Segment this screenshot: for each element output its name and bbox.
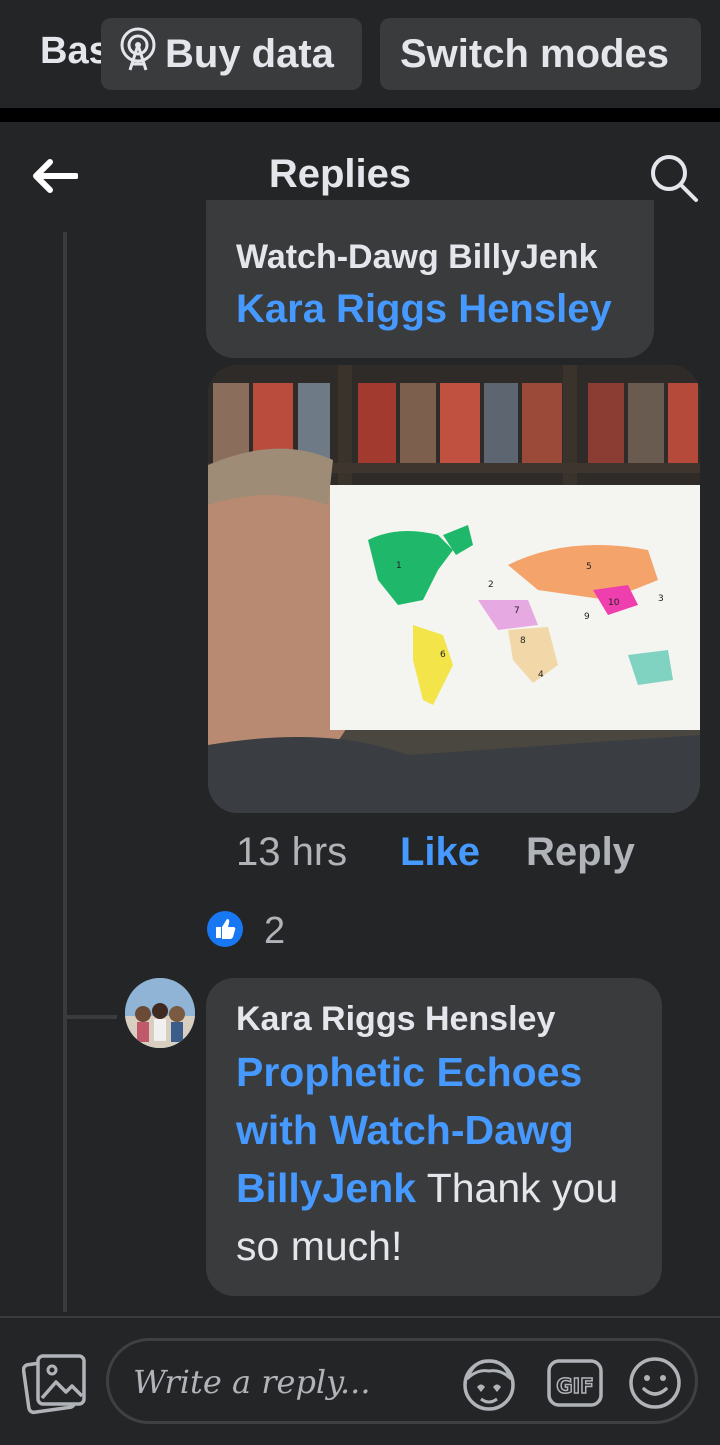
photo-icon[interactable] [21, 1352, 88, 1421]
thread-branch-line [67, 1015, 117, 1019]
thread-line [63, 232, 67, 1312]
avatar[interactable] [125, 978, 195, 1048]
comment-bubble[interactable]: Watch-Dawg BillyJenk Kara Riggs Hensley [206, 200, 654, 358]
comment-timestamp: 13 hrs [236, 830, 348, 874]
comment-author[interactable]: Kara Riggs Hensley [236, 1000, 632, 1039]
buy-data-label: Buy data [165, 31, 334, 76]
map-region-label: 7 [514, 606, 520, 616]
reply-input-container[interactable]: GIF [106, 1338, 698, 1424]
map-region-label: 5 [586, 562, 592, 572]
data-mode-banner: Basic Buy data Switch modes [0, 0, 720, 122]
broadcast-icon [117, 26, 165, 82]
map-region-label: 8 [520, 636, 526, 646]
map-region-label: 10 [608, 598, 620, 608]
reply-input[interactable] [131, 1355, 455, 1409]
map-region-label: 6 [440, 650, 446, 660]
buy-data-button[interactable]: Buy data [101, 18, 362, 90]
comment-bubble[interactable]: Kara Riggs Hensley Prophetic Echoes with… [206, 978, 662, 1296]
map-region-label: 1 [396, 561, 402, 571]
reaction-count: 2 [264, 910, 286, 952]
comment-author[interactable]: Watch-Dawg BillyJenk [236, 238, 597, 276]
map-region-label: 9 [584, 612, 590, 622]
svg-text:GIF: GIF [556, 1374, 594, 1398]
emoji-icon[interactable] [627, 1355, 683, 1416]
banner-mode-label: Basic [40, 30, 110, 72]
comment-photo[interactable]: 1 2 3 4 5 6 7 8 9 10 [208, 365, 700, 813]
like-button[interactable]: Like [400, 830, 480, 875]
avatar-sticker-icon[interactable] [457, 1355, 521, 1416]
mentioned-user-link[interactable]: Kara Riggs Hensley [236, 287, 624, 332]
switch-modes-button[interactable]: Switch modes [380, 18, 701, 90]
switch-modes-label: Switch modes [400, 31, 669, 76]
page-title: Replies [268, 152, 412, 196]
reply-button[interactable]: Reply [526, 830, 635, 875]
reply-composer-bar: GIF [0, 1316, 720, 1445]
map-region-label: 3 [658, 594, 664, 604]
comment-text: Prophetic Echoes with Watch-Dawg BillyJe… [236, 1043, 632, 1275]
map-region-label: 4 [538, 670, 544, 680]
like-reaction-icon [206, 910, 244, 953]
search-icon[interactable] [648, 152, 700, 209]
gif-icon[interactable]: GIF [545, 1355, 605, 1416]
reaction-summary[interactable]: 2 [206, 910, 285, 953]
map-region-label: 2 [488, 580, 494, 590]
